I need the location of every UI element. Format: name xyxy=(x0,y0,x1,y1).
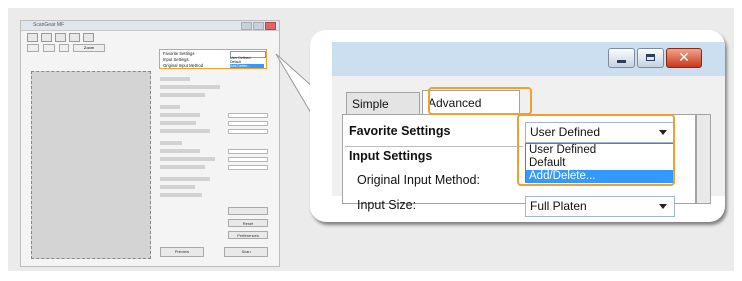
maximize-icon xyxy=(646,54,655,61)
scrollbar[interactable] xyxy=(696,114,711,204)
original-input-method-label: Original Input Method: xyxy=(357,173,480,187)
input-size-value: Full Platen xyxy=(530,199,587,213)
tab-simple-mode[interactable]: Simple Mode xyxy=(346,92,420,133)
favorite-settings-highlight xyxy=(517,114,675,186)
favorite-settings-label: Favorite Settings xyxy=(349,124,451,138)
callout-wedge-shape xyxy=(275,53,315,120)
input-size-combo[interactable]: Full Platen xyxy=(525,196,675,217)
window-titlebar: ✕ xyxy=(332,42,725,76)
chevron-down-icon xyxy=(659,204,667,209)
advanced-mode-highlight xyxy=(428,87,532,115)
input-size-label: Input Size: xyxy=(357,198,417,212)
close-icon: ✕ xyxy=(678,50,690,66)
maximize-button[interactable] xyxy=(637,48,664,68)
input-settings-label: Input Settings xyxy=(349,149,433,163)
minimize-button[interactable] xyxy=(608,48,635,68)
zoomed-window: ✕ Simple Mode Advanced Mode Favorite Set… xyxy=(310,30,725,222)
close-button[interactable]: ✕ xyxy=(666,48,702,68)
minimize-icon xyxy=(617,60,626,63)
divider xyxy=(345,146,523,147)
